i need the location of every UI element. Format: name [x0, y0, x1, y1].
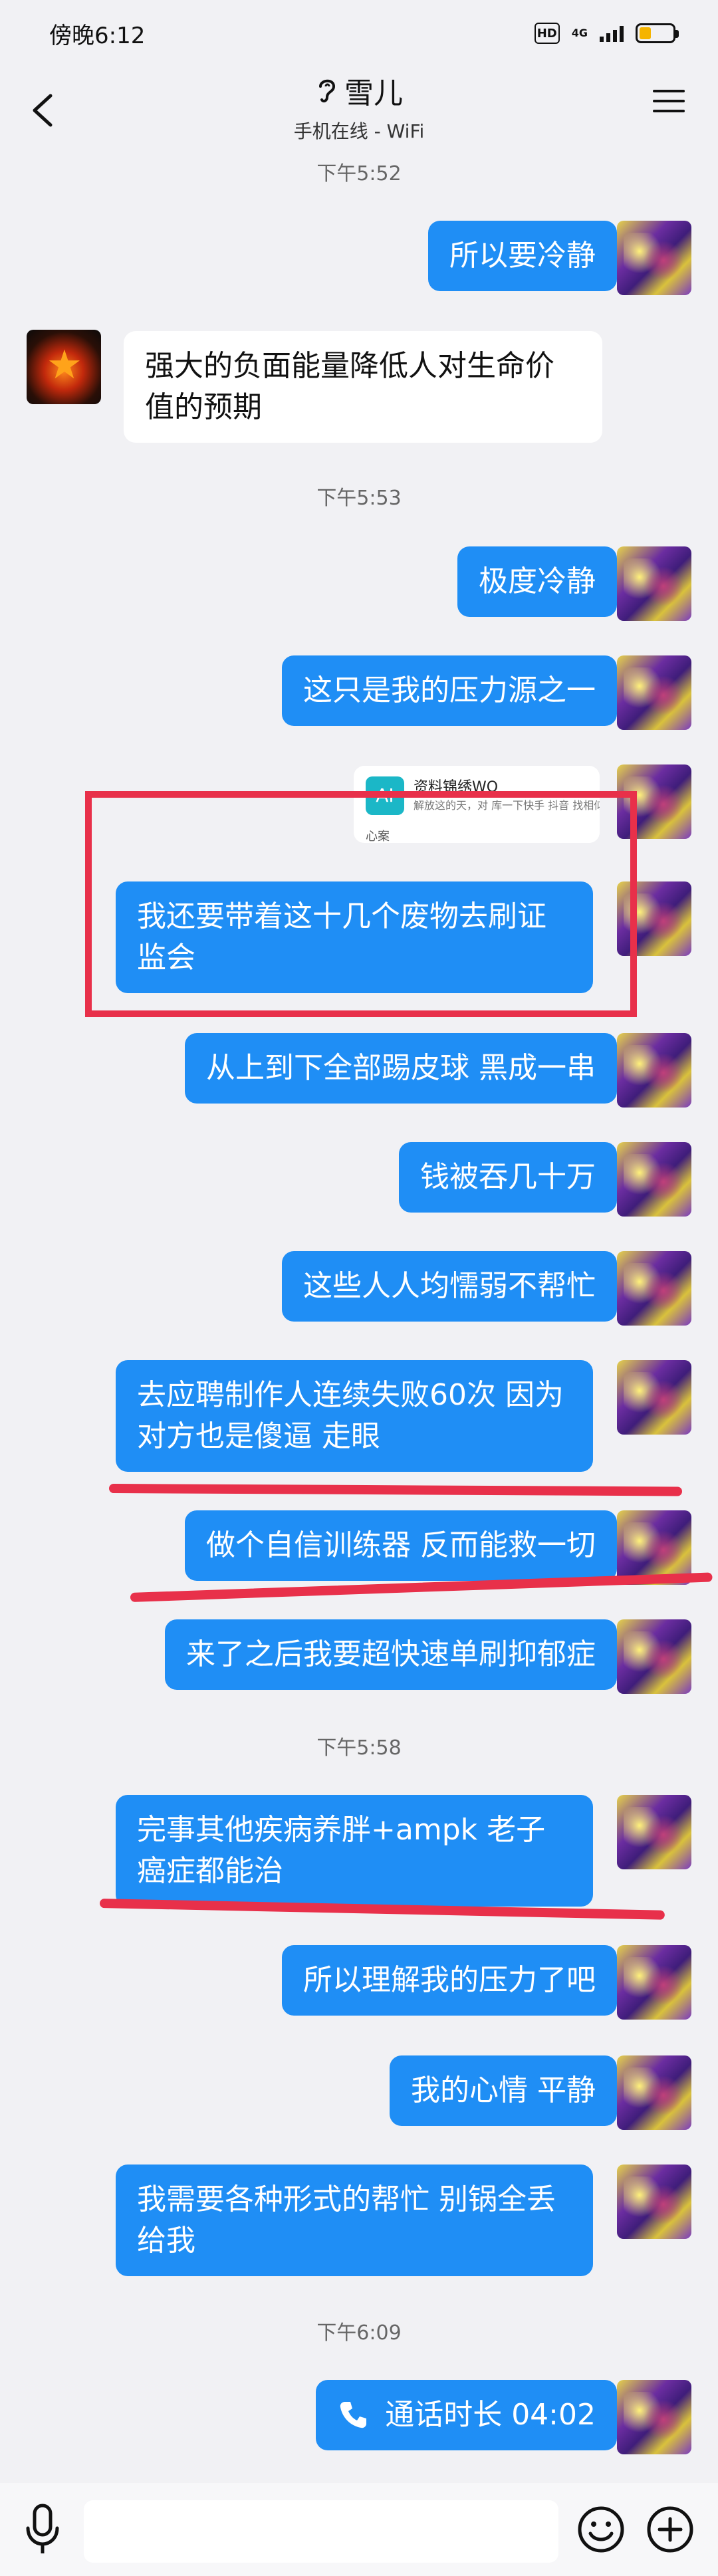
message-bubble-outgoing[interactable]: 我的心情 平静 — [390, 2055, 617, 2126]
message-bubble-outgoing[interactable]: 做个自信训练器 反而能救一切 — [185, 1510, 617, 1581]
call-duration: 通话时长 04:02 — [385, 2398, 596, 2432]
timestamp: 下午5:52 — [316, 162, 402, 185]
input-bar — [0, 2483, 718, 2576]
message-input[interactable] — [84, 2500, 558, 2563]
chat-header: 雪儿 手机在线 - WiFi — [0, 66, 718, 153]
message-bubble-outgoing[interactable]: 所以要冷静 — [428, 221, 617, 291]
message-bubble-outgoing[interactable]: 这只是我的压力源之一 — [282, 655, 617, 726]
my-avatar[interactable] — [617, 1619, 691, 1694]
message-bubble-outgoing[interactable]: 我需要各种形式的帮忙 别锅全丢给我 — [116, 2165, 593, 2276]
message-bubble-outgoing[interactable]: 来了之后我要超快速单刷抑郁症 — [165, 1619, 617, 1690]
my-avatar[interactable] — [617, 1142, 691, 1217]
timestamp: 下午5:58 — [316, 1736, 402, 1760]
my-avatar[interactable] — [617, 2055, 691, 2130]
add-icon[interactable] — [645, 2504, 695, 2555]
my-avatar[interactable] — [617, 1945, 691, 2020]
message-bubble-outgoing[interactable]: 极度冷静 — [457, 546, 617, 617]
contact-name-row[interactable]: 雪儿 — [0, 69, 718, 112]
my-avatar[interactable] — [617, 221, 691, 295]
my-avatar[interactable] — [617, 1251, 691, 1326]
red-underline — [108, 1484, 683, 1496]
timestamp: 下午6:09 — [316, 2321, 402, 2345]
message-bubble-outgoing[interactable]: 所以理解我的压力了吧 — [282, 1945, 617, 2016]
emoji-icon[interactable] — [576, 2504, 626, 2555]
my-avatar[interactable] — [617, 2165, 691, 2239]
message-bubble-outgoing[interactable]: 完事其他疾病养胖+ampk 老子癌症都能治 — [116, 1795, 593, 1907]
status-time: 傍晚6:12 — [49, 22, 146, 49]
microphone-icon[interactable] — [23, 2502, 62, 2557]
call-record-bubble[interactable]: 通话时长 04:02 — [316, 2380, 617, 2450]
signal-icon — [600, 25, 624, 42]
network-type: 4G — [571, 27, 588, 39]
message-bubble-outgoing[interactable]: 钱被吞几十万 — [399, 1142, 617, 1213]
status-icons: HD 4G — [534, 23, 679, 44]
phone-icon — [340, 2402, 367, 2428]
contact-avatar[interactable] — [27, 330, 101, 404]
message-bubble-outgoing[interactable]: 去应聘制作人连续失败60次 因为对方也是傻逼 走眼 — [116, 1360, 593, 1472]
message-bubble-outgoing[interactable]: 这些人人均懦弱不帮忙 — [282, 1251, 617, 1322]
my-avatar[interactable] — [617, 546, 691, 621]
battery-icon — [636, 23, 679, 43]
title-block: 雪儿 手机在线 - WiFi — [0, 69, 718, 144]
red-annotation-box — [85, 791, 637, 1017]
my-avatar[interactable] — [617, 1795, 691, 1869]
status-bar: 傍晚6:12 HD 4G — [0, 0, 718, 66]
my-avatar[interactable] — [617, 2380, 691, 2454]
my-avatar[interactable] — [617, 655, 691, 730]
contact-name: 雪儿 — [344, 76, 403, 110]
message-bubble-incoming[interactable]: 强大的负面能量降低人对生命价值的预期 — [124, 331, 602, 443]
my-avatar[interactable] — [617, 1033, 691, 1108]
ear-icon — [319, 79, 336, 103]
timestamp: 下午5:53 — [316, 487, 402, 510]
hd-icon: HD — [534, 23, 560, 44]
menu-icon[interactable] — [653, 85, 685, 117]
my-avatar[interactable] — [617, 1360, 691, 1435]
online-status: 手机在线 - WiFi — [293, 120, 425, 142]
message-bubble-outgoing[interactable]: 从上到下全部踢皮球 黑成一串 — [185, 1033, 617, 1104]
